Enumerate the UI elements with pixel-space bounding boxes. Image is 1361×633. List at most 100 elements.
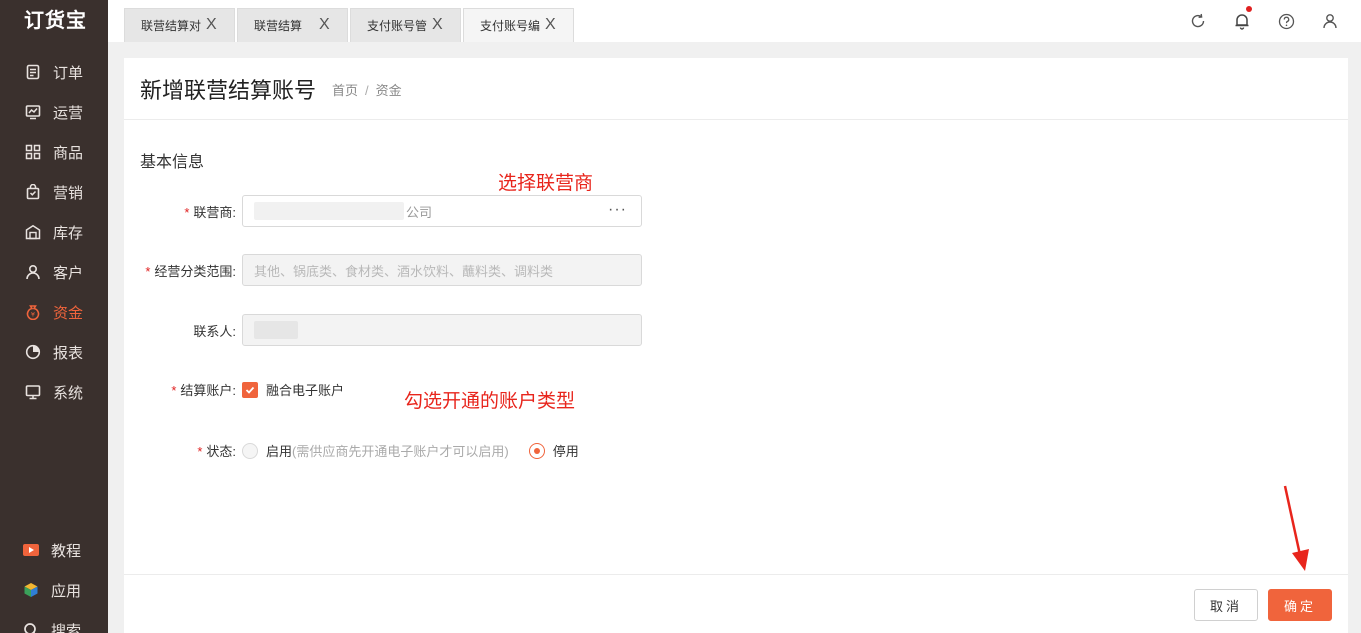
help-icon[interactable] xyxy=(1275,10,1297,32)
sidebar-item-label: 报表 xyxy=(53,344,84,362)
form-row-contact: 联系人: xyxy=(124,314,642,346)
contact-label: 联系人: xyxy=(124,321,242,340)
sidebar-item-reports[interactable]: 报表 xyxy=(0,332,108,372)
contact-field xyxy=(242,314,642,346)
status-enable-hint: (需供应商先开通电子账户才可以启用) xyxy=(292,444,509,459)
sidebar-item-search[interactable]: 搜索 xyxy=(0,610,108,633)
label-text: 联系人: xyxy=(193,323,236,339)
scope-value: 其他、锅底类、食材类、酒水饮料、蘸料类、调料类 xyxy=(254,263,554,279)
sidebar-item-label: 营销 xyxy=(53,184,84,202)
redacted-text xyxy=(254,202,404,220)
monitor-icon xyxy=(24,383,42,401)
section-title: 基本信息 xyxy=(140,154,205,171)
close-icon[interactable]: X xyxy=(432,16,448,34)
form-row-supplier: * 联营商: 公司 ··· xyxy=(124,195,642,227)
required-mark: * xyxy=(171,383,177,398)
cancel-button[interactable]: 取消 xyxy=(1194,589,1258,621)
sidebar-item-label: 搜索 xyxy=(51,622,82,633)
sidebar: 订货宝 订单 运营 商品 营销 库存 客户 ¥ 资金 报表 系统 教程 应用 搜… xyxy=(0,0,108,633)
checkbox-checked[interactable] xyxy=(242,381,258,398)
scope-field: 其他、锅底类、食材类、酒水饮料、蘸料类、调料类 xyxy=(242,254,642,286)
bell-icon[interactable] xyxy=(1231,6,1253,32)
account-icon[interactable] xyxy=(1319,10,1341,32)
more-icon[interactable]: ··· xyxy=(608,201,627,219)
breadcrumb: 首页 / 资金 xyxy=(332,80,402,99)
radio-enable[interactable] xyxy=(242,442,258,459)
sidebar-item-label: 教程 xyxy=(51,542,82,560)
annotation-select-supplier: 选择联营商 xyxy=(498,173,594,194)
sidebar-item-operations[interactable]: 运营 xyxy=(0,92,108,132)
sidebar-item-label: 库存 xyxy=(53,224,84,242)
sidebar-nav: 订单 运营 商品 营销 库存 客户 ¥ 资金 报表 系统 xyxy=(0,52,108,412)
required-mark: * xyxy=(145,263,151,279)
tab-joint-settlement-reconcile[interactable]: 联营结算对 X xyxy=(124,8,235,42)
status-label: * 状态: xyxy=(124,441,242,460)
video-icon xyxy=(22,541,40,559)
sidebar-item-apps[interactable]: 应用 xyxy=(0,570,108,610)
sidebar-item-label: 系统 xyxy=(53,384,84,402)
breadcrumb-funds[interactable]: 资金 xyxy=(376,83,402,98)
annotation-check-account: 勾选开通的账户类型 xyxy=(404,391,576,412)
breadcrumb-home[interactable]: 首页 xyxy=(332,83,358,98)
radio-disable[interactable] xyxy=(528,442,545,459)
label-text: 状态: xyxy=(206,444,236,459)
supplier-select[interactable]: 公司 ··· xyxy=(242,195,642,227)
label-text: 结算账户: xyxy=(180,383,236,398)
search-icon xyxy=(22,621,40,633)
redacted-text xyxy=(254,321,298,339)
tab-payment-account-edit[interactable]: 支付账号编 X xyxy=(463,8,574,42)
order-icon xyxy=(24,63,42,81)
account-label: * 结算账户: xyxy=(124,380,242,399)
sidebar-item-label: 客户 xyxy=(53,264,84,282)
sidebar-bottom-nav: 教程 应用 搜索 xyxy=(0,530,108,633)
page-header: 新增联营结算账号 首页 / 资金 xyxy=(124,58,1348,120)
refresh-icon[interactable] xyxy=(1187,10,1209,32)
pie-chart-icon xyxy=(24,343,42,361)
sidebar-item-label: 应用 xyxy=(51,582,82,600)
scope-label: * 经营分类范围: xyxy=(124,261,242,280)
close-icon[interactable]: X xyxy=(319,16,335,34)
status-disable-label: 停用 xyxy=(552,444,579,459)
sidebar-item-label: 运营 xyxy=(53,104,84,122)
form-row-account: * 结算账户: 融合电子账户 xyxy=(124,380,344,399)
tab-payment-account-manage[interactable]: 支付账号管 X xyxy=(350,8,461,42)
cube-icon xyxy=(22,581,40,599)
page-panel: 新增联营结算账号 首页 / 资金 基本信息 * 联营商: 公司 ··· * 经营分类范围… xyxy=(124,58,1348,633)
close-icon[interactable]: X xyxy=(206,16,222,34)
annotation-arrow xyxy=(1283,485,1309,571)
supplier-label: * 联营商: xyxy=(124,202,242,221)
tab-label: 联营结算 xyxy=(254,19,303,33)
page-title: 新增联营结算账号 xyxy=(140,77,317,103)
sidebar-item-products[interactable]: 商品 xyxy=(0,132,108,172)
status-option-enable[interactable]: 启用 (需供应商先开通电子账户才可以启用) xyxy=(242,441,509,460)
tab-strip: 联营结算对 X 联营结算 X 支付账号管 X 支付账号编 X xyxy=(124,8,576,42)
account-checkbox-option[interactable]: 融合电子账户 xyxy=(242,380,344,399)
sidebar-item-order[interactable]: 订单 xyxy=(0,52,108,92)
sidebar-item-system[interactable]: 系统 xyxy=(0,372,108,412)
tab-label: 联营结算对 xyxy=(141,19,202,33)
confirm-button[interactable]: 确定 xyxy=(1268,589,1332,621)
form-row-status: * 状态: 启用 (需供应商先开通电子账户才可以启用) 停用 xyxy=(124,441,579,460)
sidebar-item-customers[interactable]: 客户 xyxy=(0,252,108,292)
tab-joint-settlement[interactable]: 联营结算 X xyxy=(237,8,348,42)
sidebar-item-funds[interactable]: ¥ 资金 xyxy=(0,292,108,332)
top-bar: 联营结算对 X 联营结算 X 支付账号管 X 支付账号编 X xyxy=(108,0,1361,42)
required-mark: * xyxy=(197,444,203,459)
breadcrumb-separator: / xyxy=(365,83,369,98)
app-logo: 订货宝 xyxy=(24,9,87,32)
close-icon[interactable]: X xyxy=(545,16,561,34)
sidebar-item-inventory[interactable]: 库存 xyxy=(0,212,108,252)
svg-text:¥: ¥ xyxy=(31,311,35,319)
top-icons xyxy=(1165,6,1341,32)
form-footer: 取消 确定 xyxy=(124,574,1348,633)
status-option-disable[interactable]: 停用 xyxy=(528,441,579,460)
warehouse-icon xyxy=(24,223,42,241)
supplier-value: 公司 xyxy=(406,204,433,220)
form-row-scope: * 经营分类范围: 其他、锅底类、食材类、酒水饮料、蘸料类、调料类 xyxy=(124,254,642,286)
status-enable-label: 启用 xyxy=(266,444,293,459)
tab-label: 支付账号编 xyxy=(480,19,541,33)
bag-icon xyxy=(24,183,42,201)
sidebar-item-marketing[interactable]: 营销 xyxy=(0,172,108,212)
sidebar-item-tutorial[interactable]: 教程 xyxy=(0,530,108,570)
account-option-label: 融合电子账户 xyxy=(266,383,345,398)
